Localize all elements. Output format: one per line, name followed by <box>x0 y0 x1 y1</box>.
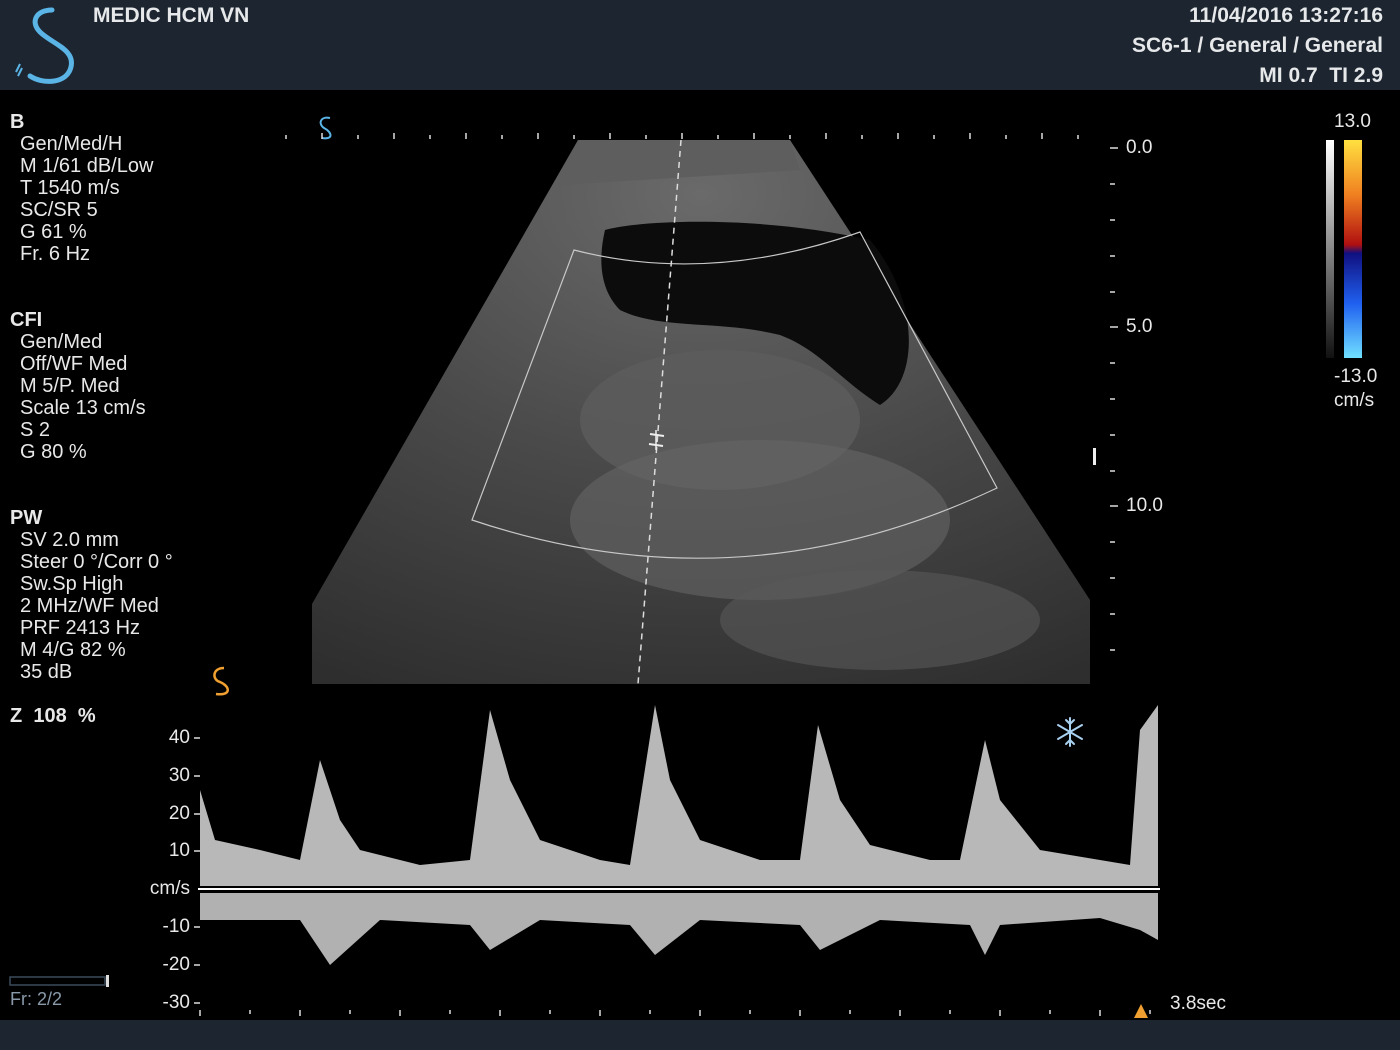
reverse-flow-spectrum <box>200 893 1158 965</box>
lateral-scale <box>285 133 1079 139</box>
velocity-label: -20 <box>162 954 190 975</box>
velocity-label: 20 <box>168 803 190 824</box>
velocity-unit-label: cm/s <box>149 878 190 899</box>
velocity-label: -10 <box>162 916 190 937</box>
color-velocity-bar <box>1344 140 1362 358</box>
velocity-label: 30 <box>168 765 190 786</box>
depth-label: 0.0 <box>1126 137 1153 158</box>
focus-marker <box>1093 448 1096 465</box>
time-axis <box>199 1010 1151 1016</box>
ultrasound-image[interactable] <box>0 0 1400 1050</box>
depth-label: 10.0 <box>1126 495 1163 516</box>
velocity-label: 40 <box>168 727 190 748</box>
velocity-label: 10 <box>168 840 190 861</box>
color-scale-min: -13.0 <box>1334 366 1378 387</box>
snowflake-icon <box>1057 717 1083 747</box>
velocity-label: -30 <box>162 992 190 1013</box>
grayscale-bar <box>1326 140 1334 358</box>
forward-flow-spectrum <box>200 705 1158 886</box>
sweep-time-readout: 3.8sec <box>1170 993 1226 1014</box>
sweep-position-icon <box>1134 1004 1148 1018</box>
color-scale-max: 13.0 <box>1334 111 1371 132</box>
pw-mode-marker-icon <box>213 666 229 696</box>
depth-label: 5.0 <box>1126 316 1153 337</box>
frame-counter: Fr: 2/2 <box>10 989 63 1009</box>
velocity-axis <box>194 737 200 1004</box>
spectral-doppler-trace <box>200 705 1158 965</box>
cine-progress-bar <box>9 976 106 986</box>
color-scale-unit: cm/s <box>1334 390 1375 411</box>
depth-scale <box>1110 147 1118 651</box>
